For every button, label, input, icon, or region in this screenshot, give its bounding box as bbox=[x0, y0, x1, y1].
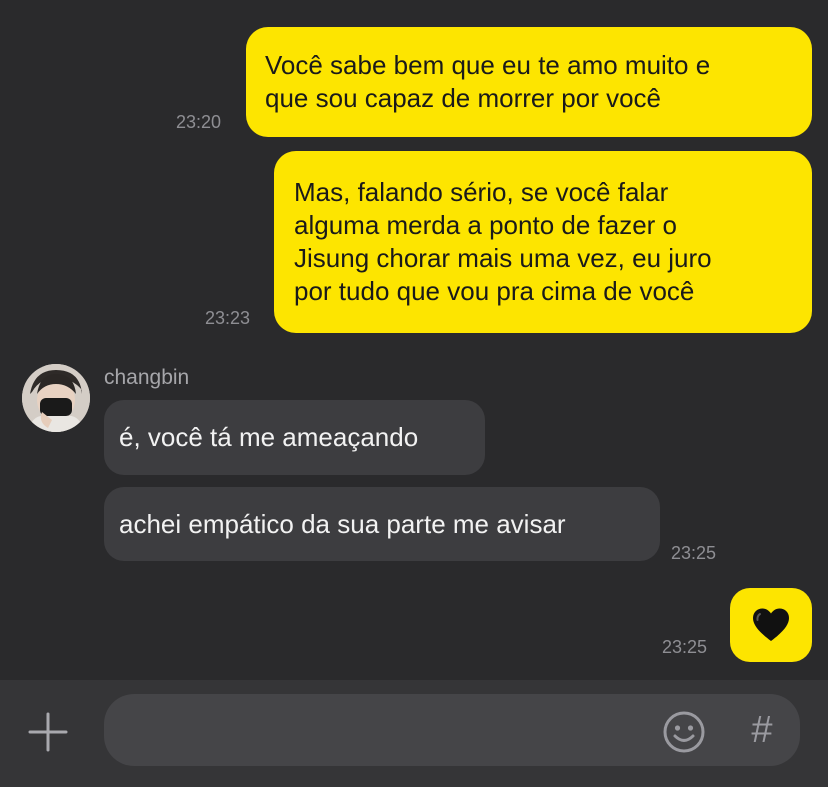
plus-icon bbox=[28, 712, 68, 752]
attach-button[interactable] bbox=[22, 706, 74, 758]
received-message-bubble[interactable]: é, você tá me ameaçando bbox=[104, 400, 485, 475]
message-time: 23:25 bbox=[662, 637, 708, 657]
smiley-icon bbox=[663, 711, 705, 753]
black-heart-icon bbox=[753, 608, 789, 641]
sent-message-bubble[interactable]: Você sabe bem que eu te amo muito e que … bbox=[246, 27, 812, 137]
sender-name: changbin bbox=[104, 366, 190, 389]
message-time: 23:23 bbox=[205, 308, 251, 328]
received-message-bubble[interactable]: achei empático da sua parte me avisar bbox=[104, 487, 660, 561]
message-input[interactable]: # bbox=[104, 694, 800, 766]
sent-message-bubble[interactable]: Mas, falando sério, se você falar alguma… bbox=[274, 151, 812, 333]
message-composer: # bbox=[0, 680, 828, 787]
avatar[interactable] bbox=[22, 364, 90, 432]
sent-message-bubble[interactable] bbox=[730, 588, 812, 662]
chat-area: 23:20 Você sabe bem que eu te amo muito … bbox=[0, 0, 828, 680]
message-time: 23:25 bbox=[671, 543, 717, 563]
emoji-button[interactable] bbox=[660, 708, 708, 756]
message-time: 23:20 bbox=[176, 112, 222, 132]
hashtag-button[interactable]: # bbox=[738, 704, 786, 756]
avatar-photo bbox=[22, 364, 90, 432]
